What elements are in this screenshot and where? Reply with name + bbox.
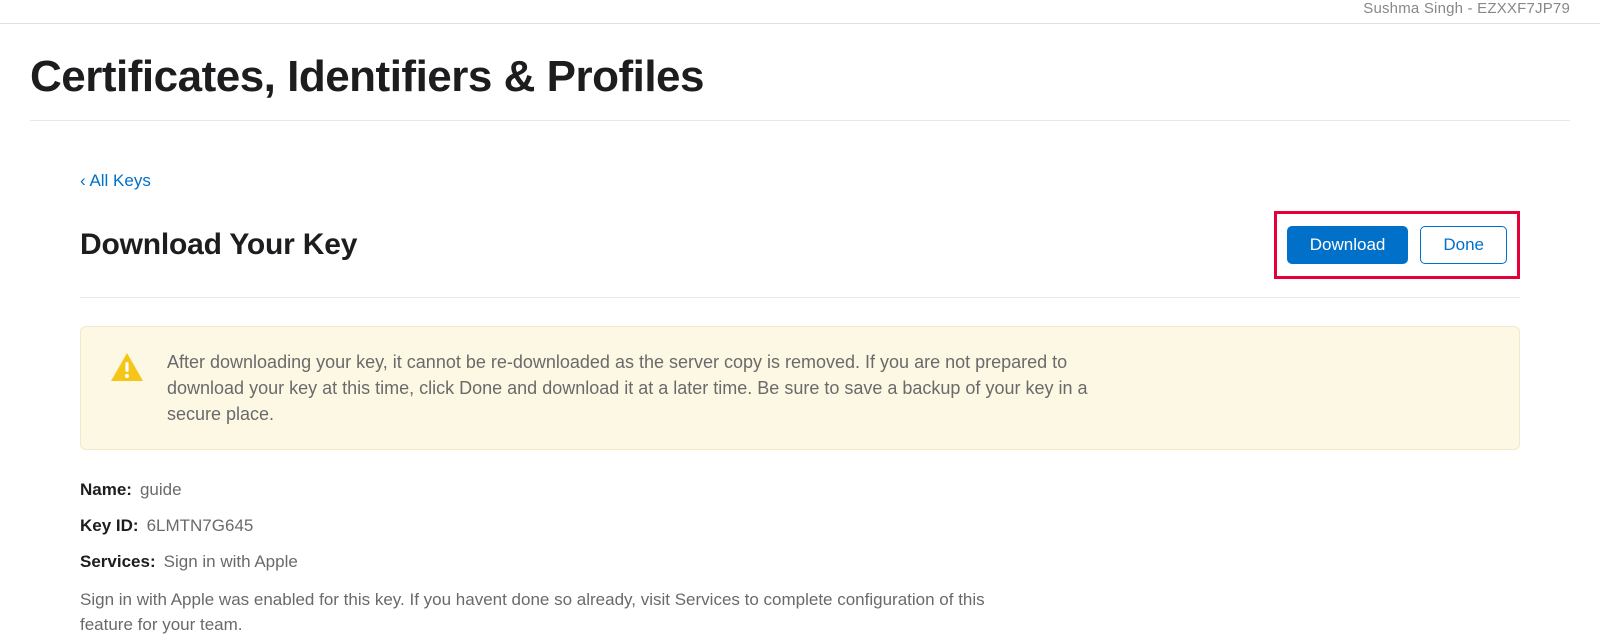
page-title: Certificates, Identifiers & Profiles xyxy=(30,24,1570,121)
warning-banner: After downloading your key, it cannot be… xyxy=(80,326,1520,450)
detail-label-services: Services: xyxy=(80,552,156,572)
detail-value-name: guide xyxy=(140,480,182,500)
detail-label-keyid: Key ID: xyxy=(80,516,139,536)
warning-triangle-icon xyxy=(109,351,145,388)
page-container: Certificates, Identifiers & Profiles ‹ A… xyxy=(0,24,1600,638)
actions-highlight-box: Download Done xyxy=(1274,211,1520,279)
sub-title: Download Your Key xyxy=(80,228,357,262)
detail-row-keyid: Key ID: 6LMTN7G645 xyxy=(80,516,1520,536)
done-button[interactable]: Done xyxy=(1420,226,1507,264)
download-button[interactable]: Download xyxy=(1287,226,1409,264)
detail-row-name: Name: guide xyxy=(80,480,1520,500)
subheader-row: Download Your Key Download Done xyxy=(80,211,1520,298)
key-details: Name: guide Key ID: 6LMTN7G645 Services:… xyxy=(80,480,1520,637)
detail-row-services: Services: Sign in with Apple xyxy=(80,552,1520,572)
details-note: Sign in with Apple was enabled for this … xyxy=(80,588,1040,637)
detail-label-name: Name: xyxy=(80,480,132,500)
back-all-keys-link[interactable]: ‹ All Keys xyxy=(80,171,151,191)
top-bar: Sushma Singh - EZXXF7JP79 xyxy=(0,0,1600,24)
detail-value-keyid: 6LMTN7G645 xyxy=(147,516,254,536)
detail-value-services: Sign in with Apple xyxy=(164,552,298,572)
content-area: ‹ All Keys Download Your Key Download Do… xyxy=(30,121,1570,638)
user-info-label: Sushma Singh - EZXXF7JP79 xyxy=(1363,0,1570,17)
warning-text: After downloading your key, it cannot be… xyxy=(167,349,1127,427)
